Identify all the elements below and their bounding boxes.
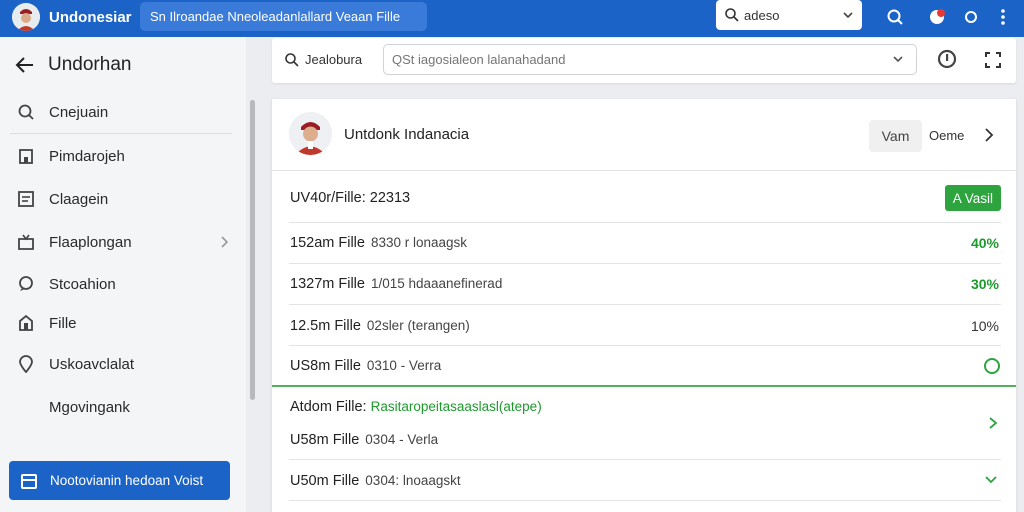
- card-user-name: Untdonk Indanacia: [344, 126, 470, 143]
- inbox-icon: [16, 232, 36, 252]
- sidebar-item-label: Stcoahion: [49, 275, 116, 293]
- search-icon: [285, 53, 299, 67]
- sidebar-item-2[interactable]: Claagein: [0, 179, 246, 219]
- table-row[interactable]: 152am Fille 8330 r lonaagsk 40%: [272, 230, 1016, 256]
- alert-icon[interactable]: [926, 6, 948, 28]
- more-link[interactable]: Oeme: [929, 128, 964, 143]
- sidebar-item-label: Mgovingank: [49, 398, 130, 416]
- top-bar: Undonesiar Sn Ilroandae Nneoleadanlallar…: [0, 0, 1024, 37]
- back-arrow-icon[interactable]: [14, 54, 36, 76]
- sidebar-item-4[interactable]: Stcoahion: [0, 264, 246, 304]
- section-title-green: Rasitaropeitasaaslasl(atepe): [370, 399, 542, 414]
- file-name: US8m Fille: [290, 358, 361, 374]
- section-prefix: Atdom Fille:: [290, 399, 367, 415]
- sidebar-action-button[interactable]: Nootovianin hedoan Voist: [9, 461, 230, 500]
- store-icon: [16, 313, 36, 333]
- file-name: 152am Fille: [290, 235, 365, 251]
- section-divider: [272, 385, 1016, 387]
- row-divider: [289, 345, 1001, 346]
- sidebar-item-6[interactable]: Uskoavclalat: [0, 344, 246, 384]
- sidebar-item-3[interactable]: Flaaplongan: [0, 222, 246, 262]
- row-divider: [289, 459, 1001, 460]
- file-desc: 02sler (terangen): [366, 318, 470, 333]
- top-search-select[interactable]: adeso: [716, 0, 862, 30]
- sidebar-item-label: Claagein: [49, 190, 109, 208]
- view-button[interactable]: Vam: [869, 120, 922, 152]
- filter-label: Jealobura: [305, 52, 363, 67]
- status-circle-icon[interactable]: [984, 358, 1000, 374]
- row-divider: [289, 263, 1001, 264]
- app-title: Undonesiar: [49, 9, 132, 26]
- file-name: U58m Fille: [290, 432, 360, 448]
- table-row[interactable]: U58m Fille 0304 - Verla: [272, 427, 1016, 453]
- sidebar-item-label: Pimdarojeh: [49, 147, 125, 165]
- section-title: Atdom Fille: Rasitaropeitasaaslasl(atepe…: [272, 396, 1016, 418]
- file-desc: 8330 r lonaagsk: [370, 235, 468, 250]
- user-avatar-icon[interactable]: [12, 3, 40, 31]
- file-desc: 1/015 hdaaanefinerad: [370, 276, 503, 291]
- file-desc: 0310 - Verra: [366, 358, 442, 373]
- file-percent: 40%: [970, 235, 999, 251]
- document-icon: [16, 189, 36, 209]
- row-divider: [289, 304, 1001, 305]
- table-row[interactable]: 1327m Fille 1/015 hdaaanefinerad 30%: [272, 271, 1016, 297]
- table-row[interactable]: U50m Fille 0304: lnoaagskt: [272, 468, 1016, 494]
- breadcrumb[interactable]: Sn Ilroandae Nneoleadanlallard Veaan Fil…: [140, 2, 427, 31]
- file-name: 1327m Fille: [290, 276, 365, 292]
- help-icon[interactable]: [960, 6, 982, 28]
- search-input[interactable]: [383, 44, 917, 75]
- location-icon: [16, 354, 36, 374]
- sidebar-item-label: Flaaplongan: [49, 233, 132, 251]
- sidebar-item-label: Uskoavclalat: [49, 355, 135, 373]
- chevron-down-icon[interactable]: [892, 53, 904, 65]
- file-desc: 0304 - Verla: [365, 432, 439, 447]
- file-desc: 0304: lnoaagskt: [365, 473, 461, 488]
- sidebar-item-7[interactable]: Mgovingank: [0, 387, 246, 427]
- table-row[interactable]: US8m Fille 0310 - Verra: [272, 353, 1016, 379]
- file-card: Untdonk Indanacia Vam Oeme UV40r/Fille: …: [272, 99, 1016, 512]
- sidebar-action-label: Nootovianin hedoan Voist: [50, 473, 204, 488]
- chevron-down-icon[interactable]: [984, 475, 998, 485]
- calendar-icon: [21, 473, 37, 489]
- sidebar: Undorhan Cnejuain Pimdarojeh Claagein Fl…: [0, 37, 246, 512]
- sidebar-divider: [10, 133, 232, 134]
- chevron-right-icon[interactable]: [984, 127, 994, 143]
- file-name: U50m Fille: [290, 473, 360, 489]
- notification-icon[interactable]: [884, 6, 906, 28]
- status-badge[interactable]: A Vasil: [944, 185, 1001, 211]
- sidebar-item-0[interactable]: Cnejuain: [0, 92, 246, 132]
- more-vert-icon[interactable]: [992, 6, 1014, 28]
- sidebar-item-label: Cnejuain: [49, 103, 109, 121]
- building-icon: [16, 146, 36, 166]
- row-divider: [289, 500, 1001, 501]
- sidebar-item-label: Fille: [49, 314, 77, 332]
- user-avatar: [289, 112, 332, 155]
- sidebar-title: Undorhan: [48, 54, 132, 75]
- chat-icon: [16, 274, 36, 294]
- chevron-right-icon[interactable]: [988, 416, 998, 430]
- row-divider: [289, 222, 1001, 223]
- file-percent: 30%: [970, 276, 999, 292]
- search-people-icon: [16, 102, 36, 122]
- sidebar-scrollbar[interactable]: [250, 100, 255, 400]
- file-summary: UV40r/Fille: 22313: [290, 190, 411, 206]
- filter-bar: Jealobura: [272, 38, 1016, 83]
- list-item[interactable]: UV40r/Fille: 22313: [272, 185, 1016, 211]
- sidebar-item-5[interactable]: Fille: [0, 303, 246, 343]
- chevron-down-icon: [843, 12, 853, 19]
- top-search-value: adeso: [744, 7, 780, 23]
- card-header: Untdonk Indanacia Vam Oeme: [272, 99, 1016, 171]
- sidebar-header: Undorhan: [0, 37, 246, 93]
- search-icon: [725, 8, 739, 22]
- table-row[interactable]: 12.5m Fille 02sler (terangen) 10%: [272, 313, 1016, 339]
- file-percent: 10%: [970, 318, 999, 334]
- info-icon[interactable]: [936, 48, 958, 70]
- sidebar-item-1[interactable]: Pimdarojeh: [0, 136, 246, 176]
- file-name: 12.5m Fille: [290, 318, 361, 334]
- chevron-right-icon: [221, 236, 229, 248]
- fullscreen-icon[interactable]: [983, 50, 1003, 70]
